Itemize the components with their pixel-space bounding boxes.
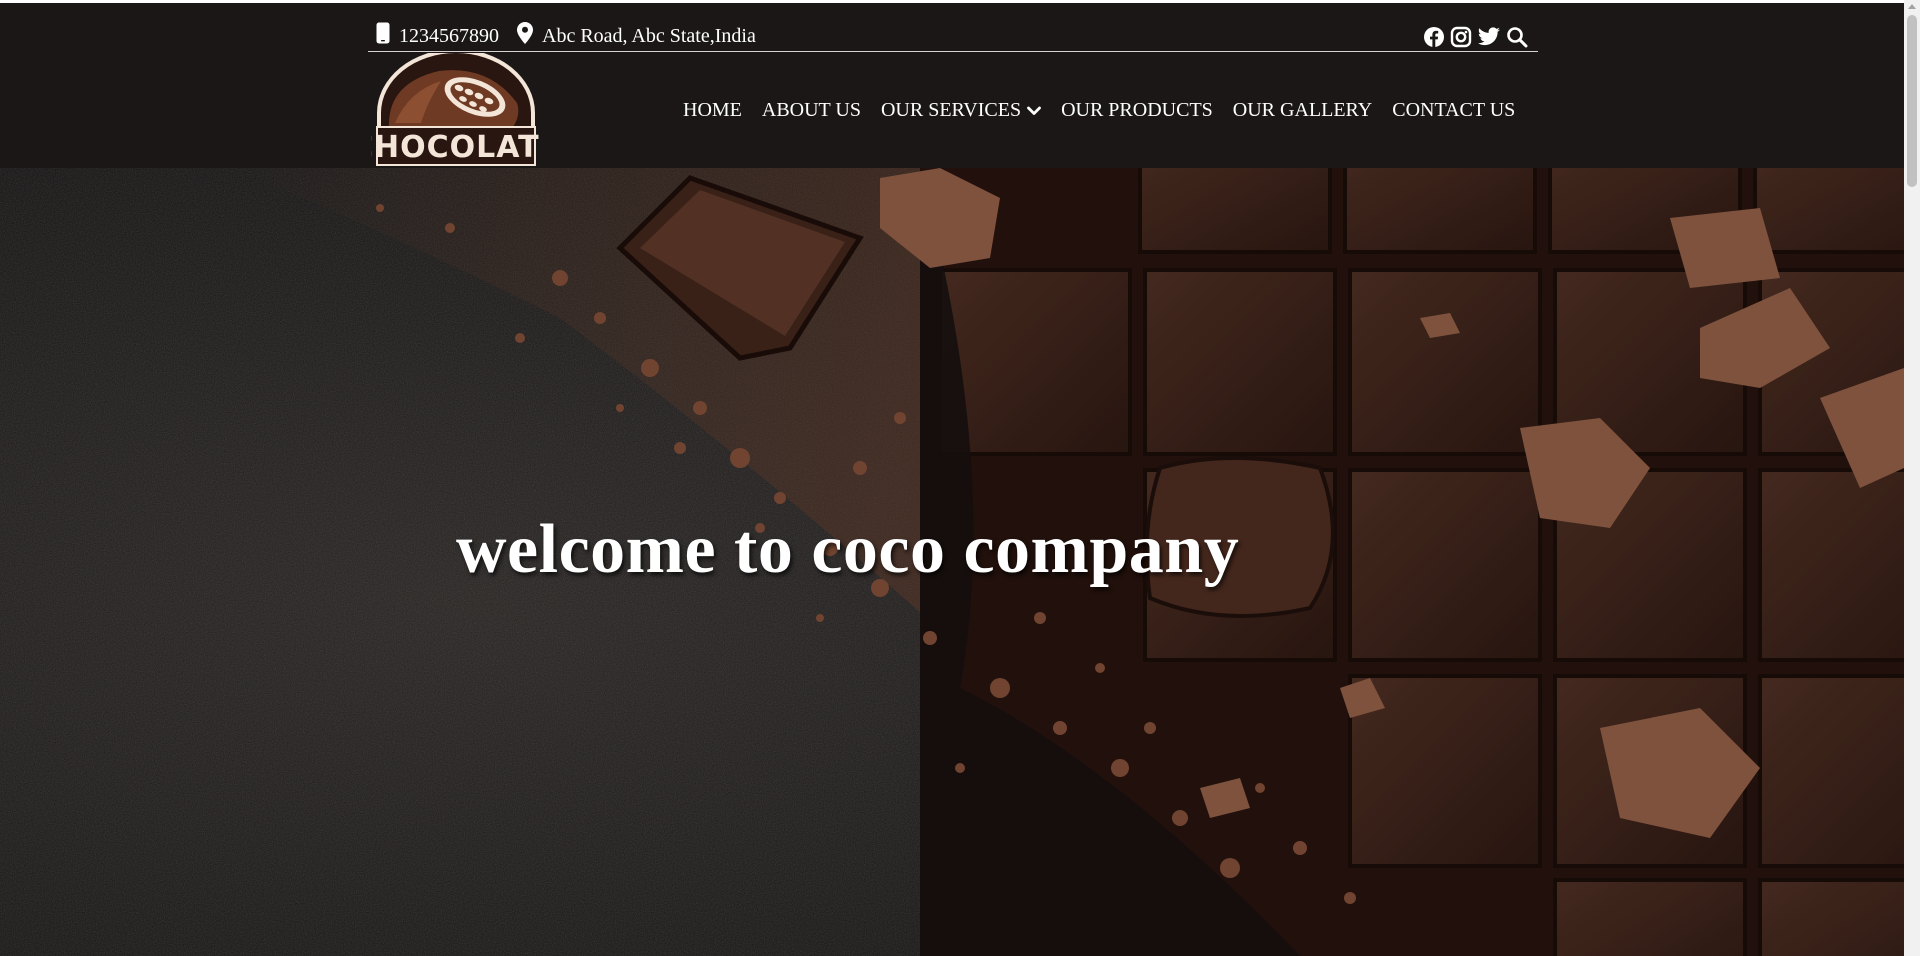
hero-title: welcome to coco company <box>456 511 1240 588</box>
nav-home[interactable]: HOME <box>683 99 742 122</box>
hero-banner: welcome to coco company <box>0 168 1904 956</box>
phone-contact[interactable]: 1234567890 <box>376 22 499 50</box>
chevron-down-icon <box>1021 99 1041 122</box>
logo[interactable]: CHOCOLATE <box>351 49 560 168</box>
nav-contact-us[interactable]: CONTACT US <box>1392 99 1515 122</box>
social-links <box>1418 25 1528 49</box>
address-text: Abc Road, Abc State,India <box>542 24 756 47</box>
scroll-up-arrow-icon[interactable] <box>1908 4 1916 9</box>
page-scrollbar[interactable] <box>1904 0 1920 956</box>
page: 1234567890 Abc Road, Abc State,India HOC… <box>0 0 1904 956</box>
nav-our-products[interactable]: OUR PRODUCTS <box>1061 99 1213 122</box>
contact-info: 1234567890 Abc Road, Abc State,India <box>376 22 774 50</box>
phone-icon <box>376 22 399 50</box>
instagram-icon[interactable] <box>1450 26 1472 48</box>
location-pin-icon <box>517 22 542 50</box>
nav-our-services-label: OUR SERVICES <box>880 99 1022 121</box>
twitter-icon[interactable] <box>1477 26 1501 48</box>
search-icon[interactable] <box>1506 26 1528 48</box>
logo-text: CHOCOLATE <box>371 130 541 165</box>
top-bar: 1234567890 Abc Road, Abc State,India <box>368 21 1538 52</box>
site-header: 1234567890 Abc Road, Abc State,India HOC… <box>0 3 1904 168</box>
facebook-icon[interactable] <box>1423 26 1445 48</box>
main-nav: HOME ABOUT US OUR SERVICES OUR PRODUCTS … <box>683 99 1515 122</box>
nav-about-us[interactable]: ABOUT US <box>762 99 861 122</box>
nav-our-gallery[interactable]: OUR GALLERY <box>1233 99 1372 122</box>
scroll-thumb[interactable] <box>1907 15 1917 187</box>
nav-our-services[interactable]: OUR SERVICES <box>881 99 1041 122</box>
phone-number: 1234567890 <box>399 24 499 47</box>
address-contact[interactable]: Abc Road, Abc State,India <box>517 22 756 50</box>
